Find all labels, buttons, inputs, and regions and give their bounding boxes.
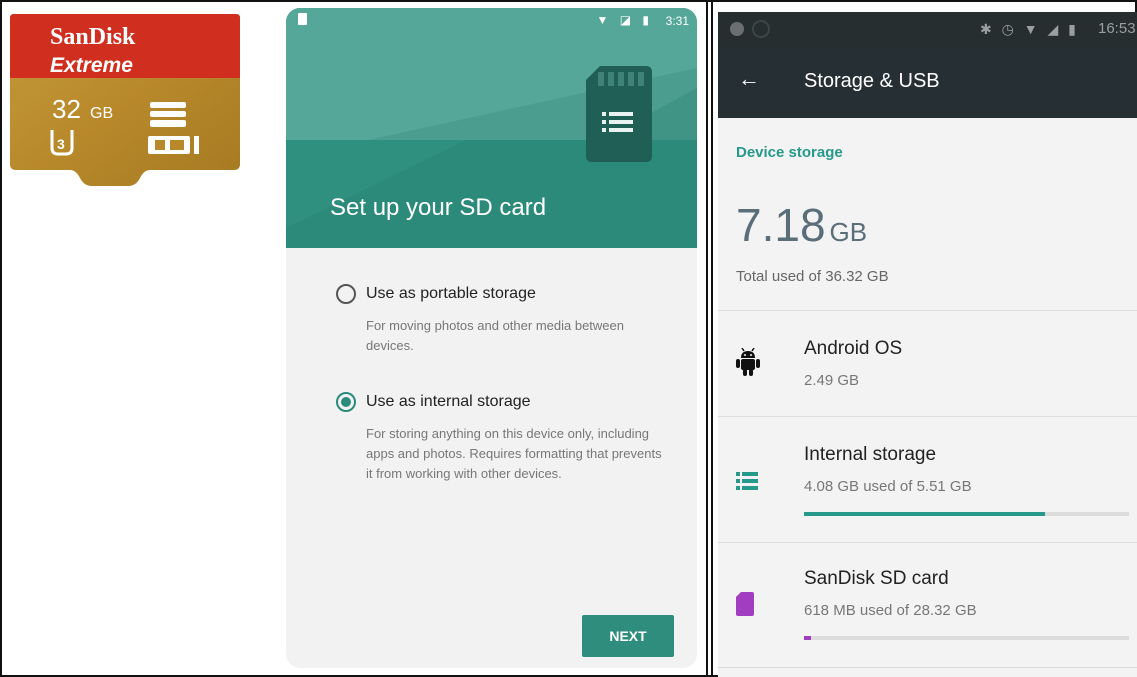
option-description: For moving photos and other media betwee… <box>366 318 624 353</box>
option-label: Use as portable storage <box>366 285 536 302</box>
sim-icon <box>298 13 307 25</box>
storage-usage-fill <box>804 636 811 640</box>
page-title: Storage & USB <box>804 70 940 92</box>
storage-item-sd-card[interactable]: SanDisk SD card 618 MB used of 28.32 GB <box>718 542 1137 667</box>
setup-sd-card-screen: ▼ ◪ ▮ 3:31 Set up your SD card Use as po… <box>286 8 697 668</box>
app-toolbar: ← Storage & USB <box>718 48 1137 118</box>
storage-item-label: Internal storage <box>804 444 937 465</box>
storage-item-detail: 4.08 GB used of 5.51 GB <box>804 478 972 495</box>
wifi-signal-battery-icons: ▼ ◪ ▮ <box>596 13 653 27</box>
capacity-text: 32 <box>52 94 81 124</box>
storage-usage-fill <box>804 512 1045 516</box>
status-bar: ✱ ◷ ▼ ◢ ▮ 16:53 <box>718 12 1137 48</box>
notification-icon <box>730 22 744 36</box>
sandisk-card-image: SanDisk Extreme 32 GB 3 <box>10 14 240 186</box>
used-amount-value: 7.18 <box>736 199 826 251</box>
option-description: For storing anything on this device only… <box>366 426 662 481</box>
radio-portable-storage[interactable] <box>336 284 356 304</box>
sd-card-icon <box>736 592 754 616</box>
storage-usb-screen: ✱ ◷ ▼ ◢ ▮ 16:53 ← Storage & USB Device s… <box>718 12 1137 677</box>
status-bar: ▼ ◪ ▮ 3:31 <box>286 8 697 34</box>
model-text: Extreme <box>50 54 133 77</box>
used-amount-unit: GB <box>829 217 868 247</box>
storage-item-android-os[interactable]: Android OS 2.49 GB <box>718 310 1137 416</box>
option-label: Use as internal storage <box>366 393 531 410</box>
storage-item-detail: 618 MB used of 28.32 GB <box>804 602 977 619</box>
used-storage-amount: 7.18 GB <box>736 198 867 252</box>
storage-usage-bar <box>804 512 1129 516</box>
radio-internal-storage[interactable] <box>336 392 356 412</box>
page-title: Set up your SD card <box>330 194 547 221</box>
storage-item-detail: 2.49 GB <box>804 372 860 389</box>
bluetooth-alarm-wifi-signal-battery-icons: ✱ ◷ ▼ ◢ ▮ <box>980 21 1079 37</box>
section-header: Device storage <box>736 144 843 161</box>
back-arrow-icon[interactable]: ← <box>738 66 760 92</box>
panel-divider <box>711 0 713 677</box>
total-used-caption: Total used of 36.32 GB <box>736 268 889 285</box>
sd-card-illustration-icon <box>586 66 652 162</box>
storage-item-label: Android OS <box>804 338 903 359</box>
storage-item-label: SanDisk SD card <box>804 568 949 589</box>
storage-list-icon <box>736 472 758 490</box>
next-button[interactable]: NEXT <box>582 615 674 657</box>
storage-item-internal[interactable]: Internal storage 4.08 GB used of 5.51 GB <box>718 416 1137 542</box>
capacity-unit-text: GB <box>90 105 113 122</box>
brand-text: SanDisk <box>50 24 136 50</box>
notification-icon <box>752 20 770 38</box>
status-time: 16:53 <box>1098 20 1136 37</box>
setup-header: ▼ ◪ ▮ 3:31 Set up your SD card <box>286 8 697 248</box>
storage-usage-bar <box>804 636 1129 640</box>
uhs-class-text: 3 <box>57 136 65 152</box>
status-time: 3:31 <box>665 14 689 28</box>
panel-divider <box>706 0 708 677</box>
divider <box>718 667 1137 668</box>
android-icon <box>736 348 760 376</box>
